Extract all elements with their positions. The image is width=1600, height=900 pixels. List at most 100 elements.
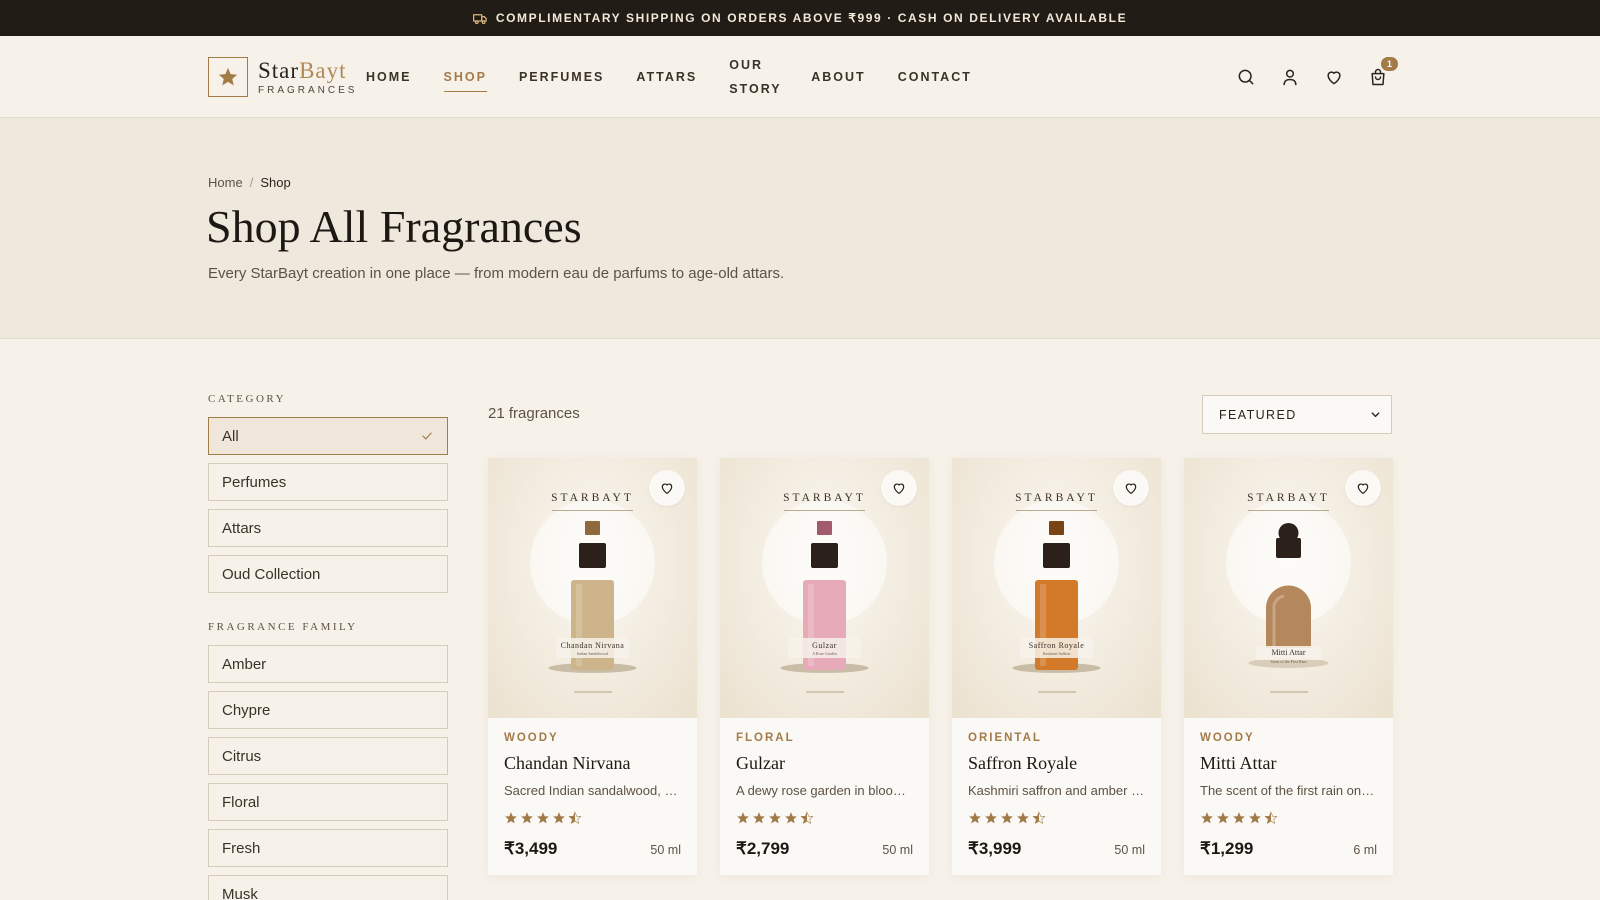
star-full-icon xyxy=(537,812,549,824)
breadcrumb-current: Shop xyxy=(260,175,291,190)
family-option-floral[interactable]: Floral xyxy=(208,783,448,821)
product-name[interactable]: Gulzar xyxy=(736,753,913,774)
product-image[interactable]: STARBAYT Gulzar A Rose Garden xyxy=(720,458,929,718)
star-half-icon xyxy=(1032,811,1046,824)
family-option-amber[interactable]: Amber xyxy=(208,645,448,683)
category-filter-title: CATEGORY xyxy=(208,393,287,405)
add-to-wishlist-button[interactable] xyxy=(1113,470,1149,506)
base-divider xyxy=(1270,691,1308,693)
svg-text:Gulzar: Gulzar xyxy=(812,641,837,650)
fragrance-family-filter: FRAGRANCE FAMILY Amber Chypre Citrus Flo… xyxy=(208,621,448,900)
check-icon xyxy=(422,432,432,440)
star-full-icon xyxy=(505,812,517,824)
product-info: ORIENTAL Saffron Royale Kashmiri saffron a… xyxy=(952,718,1161,875)
product-card[interactable]: STARBAYT Gulzar A Rose Garden FLORAL Gulzar A… xyxy=(720,458,929,875)
star-full-icon xyxy=(737,812,749,824)
add-to-wishlist-button[interactable] xyxy=(649,470,685,506)
product-card[interactable]: STARBAYT Chandan Nirvana Indian Sandalwood… xyxy=(488,458,697,875)
base-divider xyxy=(574,691,612,693)
product-image[interactable]: STARBAYT Saffron Royale Kashmiri Saffron xyxy=(952,458,1161,718)
product-name[interactable]: Mitti Attar xyxy=(1200,753,1377,774)
product-card[interactable]: STARBAYT Saffron Royale Kashmiri Saffron OR… xyxy=(952,458,1161,875)
star-full-icon xyxy=(769,812,781,824)
product-name[interactable]: Saffron Royale xyxy=(968,753,1145,774)
product-price: ₹3,999 xyxy=(968,839,1022,858)
announcement-text: COMPLIMENTARY SHIPPING ON ORDERS ABOVE ₹… xyxy=(495,11,1128,25)
nav-shop[interactable]: SHOP xyxy=(443,62,488,92)
family-filter-title: FRAGRANCE FAMILY xyxy=(208,621,358,633)
category-option-attars[interactable]: Attars xyxy=(208,509,448,547)
chevron-down-icon xyxy=(1371,412,1380,418)
breadcrumb-home[interactable]: Home xyxy=(208,175,243,190)
star-full-icon xyxy=(1217,812,1229,824)
logo-mark xyxy=(208,57,248,97)
star-full-icon xyxy=(1201,812,1213,824)
product-volume: 50 ml xyxy=(650,843,681,857)
star-half-icon xyxy=(568,811,582,824)
announcement-bar: COMPLIMENTARY SHIPPING ON ORDERS ABOVE ₹… xyxy=(0,0,1600,36)
category-filter: CATEGORY All Perfumes Attars Oud Collect… xyxy=(208,393,448,593)
sort-select[interactable]: FEATURED xyxy=(1202,395,1392,434)
family-option-citrus[interactable]: Citrus xyxy=(208,737,448,775)
wishlist-button[interactable] xyxy=(1324,67,1344,87)
product-description: Sacred Indian sandalwood, creamy and war… xyxy=(504,783,681,798)
svg-text:Chandan Nirvana: Chandan Nirvana xyxy=(561,641,625,650)
star-full-icon xyxy=(753,812,765,824)
user-icon xyxy=(1283,69,1297,86)
svg-text:Kashmiri Saffron: Kashmiri Saffron xyxy=(1043,651,1071,656)
heart-icon xyxy=(893,483,905,494)
nav-attars[interactable]: ATTARS xyxy=(636,62,697,92)
page-title: Shop All Fragrances xyxy=(206,201,582,252)
product-grid: STARBAYT Chandan Nirvana Indian Sandalwood… xyxy=(488,458,1393,875)
family-option-chypre[interactable]: Chypre xyxy=(208,691,448,729)
account-button[interactable] xyxy=(1280,67,1300,87)
nav-contact[interactable]: CONTACT xyxy=(898,62,972,92)
product-family: ORIENTAL xyxy=(968,732,1042,744)
product-rating xyxy=(1200,811,1377,825)
product-volume: 6 ml xyxy=(1353,843,1377,857)
product-description: The scent of the first rain on dry earth xyxy=(1200,783,1377,798)
product-name[interactable]: Chandan Nirvana xyxy=(504,753,681,774)
nav-home[interactable]: HOME xyxy=(366,62,412,92)
filter-sidebar: CATEGORY All Perfumes Attars Oud Collect… xyxy=(208,393,448,900)
star-full-icon xyxy=(985,812,997,824)
price-row: ₹2,799 50 ml xyxy=(736,839,913,859)
category-option-perfumes[interactable]: Perfumes xyxy=(208,463,448,501)
search-button[interactable] xyxy=(1236,67,1256,87)
nav-perfumes[interactable]: PERFUMES xyxy=(519,62,604,92)
family-option-fresh[interactable]: Fresh xyxy=(208,829,448,867)
cart-button[interactable]: 1 xyxy=(1368,57,1398,87)
category-option-oud-collection[interactable]: Oud Collection xyxy=(208,555,448,593)
add-to-wishlist-button[interactable] xyxy=(881,470,917,506)
sort-selected-value: FEATURED xyxy=(1219,407,1297,422)
base-divider xyxy=(1038,691,1076,693)
product-price: ₹1,299 xyxy=(1200,839,1254,858)
heart-icon xyxy=(1357,483,1369,494)
product-image[interactable]: STARBAYT Mitti Attar Scent of the First Ra… xyxy=(1184,458,1393,718)
price-row: ₹3,999 50 ml xyxy=(968,839,1145,859)
product-image[interactable]: STARBAYT Chandan Nirvana Indian Sandalwood xyxy=(488,458,697,718)
logo[interactable]: StarBayt FRAGRANCES xyxy=(208,57,357,97)
main-nav: HOME SHOP PERFUMES ATTARS OUR STORY ABOU… xyxy=(366,36,1004,118)
nav-about[interactable]: ABOUT xyxy=(811,62,865,92)
family-option-musk[interactable]: Musk xyxy=(208,875,448,900)
category-option-all[interactable]: All xyxy=(208,417,448,455)
price-row: ₹1,299 6 ml xyxy=(1200,839,1377,859)
star-full-icon xyxy=(1001,812,1013,824)
product-price: ₹3,499 xyxy=(504,839,558,858)
product-family: WOODY xyxy=(504,732,559,744)
star-full-icon xyxy=(785,812,797,824)
star-half-icon xyxy=(800,811,814,824)
heart-icon xyxy=(661,483,673,494)
breadcrumb: Home / Shop xyxy=(208,175,291,190)
star-full-icon xyxy=(969,812,981,824)
star-full-icon xyxy=(553,812,565,824)
nav-our-story[interactable]: OUR STORY xyxy=(729,53,779,101)
star-full-icon xyxy=(521,812,533,824)
heart-icon xyxy=(1125,483,1137,494)
product-card[interactable]: STARBAYT Mitti Attar Scent of the First Ra… xyxy=(1184,458,1393,875)
add-to-wishlist-button[interactable] xyxy=(1345,470,1381,506)
product-description: A dewy rose garden in bloom at dawn xyxy=(736,783,913,798)
page-hero: Home / Shop Shop All Fragrances Every St… xyxy=(0,118,1600,339)
product-rating xyxy=(736,811,913,825)
